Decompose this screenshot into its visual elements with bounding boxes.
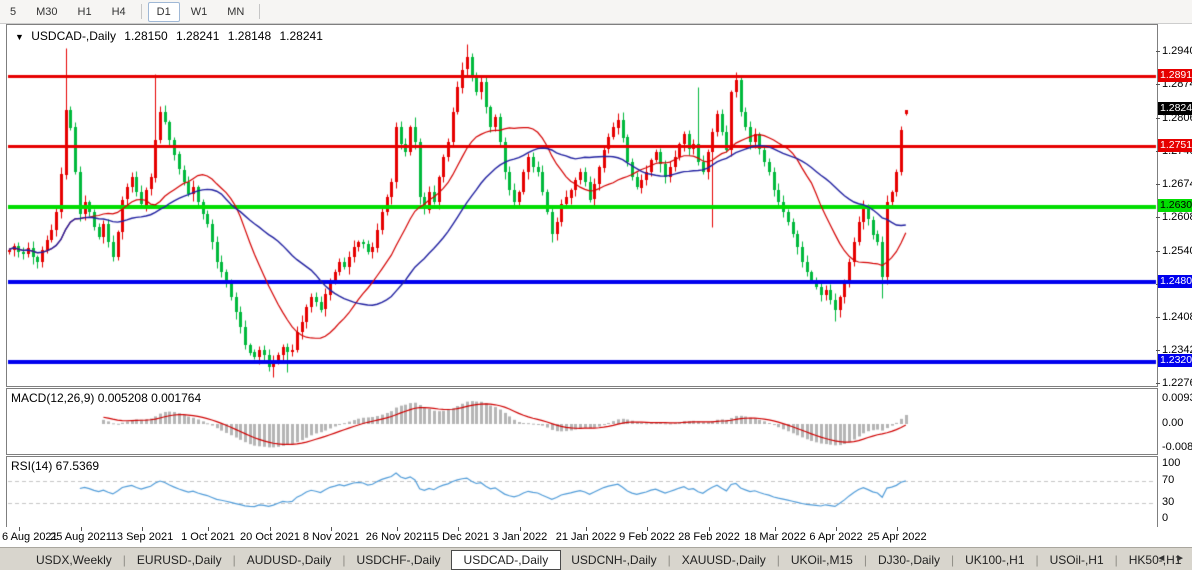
chart-tab-usoil[interactable]: USOil-,H1 xyxy=(1040,551,1114,569)
rsi-canvas[interactable] xyxy=(7,457,1157,526)
chart-tab-audusd[interactable]: AUDUSD-,Daily xyxy=(237,551,342,569)
price-axis[interactable]: 1.294001.287401.280601.274001.267401.260… xyxy=(1156,24,1192,527)
toolbar-separator xyxy=(140,4,142,19)
chart-tab-usdcad[interactable]: USDCAD-,Daily xyxy=(450,549,562,570)
ohlc-open: 1.28150 xyxy=(124,29,168,43)
price-tick-label: 1.26740 xyxy=(1162,178,1192,190)
date-label: 6 Apr 2022 xyxy=(809,531,863,543)
chart-tab-eurusd[interactable]: EURUSD-,Daily xyxy=(127,551,232,569)
timeframe-button-h1[interactable]: H1 xyxy=(69,2,101,22)
price-tick-mark xyxy=(1156,317,1160,318)
chart-header: ▼ USDCAD-,Daily 1.28150 1.28241 1.28148 … xyxy=(15,29,328,43)
price-tick-mark xyxy=(1156,217,1160,218)
date-label: 25 Apr 2022 xyxy=(867,531,927,543)
level-price-label: 1.23203 xyxy=(1158,354,1192,367)
level-price-label: 1.27515 xyxy=(1158,139,1192,152)
chart-tab-dj30[interactable]: DJ30-,Daily xyxy=(868,551,950,569)
trading-app-window: 5 M30 H1 H4 D1 W1 MN ▼ USDCAD-,Daily 1.28150 1… xyxy=(0,0,1192,570)
level-price-label: 1.28912 xyxy=(1158,69,1192,82)
main-chart-panel: ▼ USDCAD-,Daily 1.28150 1.28241 1.28148 … xyxy=(6,24,1158,387)
rsi-panel: RSI(14) 67.5369 xyxy=(6,456,1158,529)
macd-scale-label: -0.00890 xyxy=(1162,441,1192,453)
price-tick-mark xyxy=(1156,184,1160,185)
price-tick-mark xyxy=(1156,251,1160,252)
timeframe-button-h4[interactable]: H4 xyxy=(103,2,135,22)
date-label: 13 Sep 2021 xyxy=(110,531,174,543)
date-label: 18 Mar 2022 xyxy=(744,531,806,543)
rsi-scale-label: 100 xyxy=(1162,457,1181,469)
timeframe-button-m30[interactable]: M30 xyxy=(27,2,66,22)
date-label: 25 Aug 2021 xyxy=(50,531,112,543)
price-tick-mark xyxy=(1156,118,1160,119)
level-price-label: 1.26303 xyxy=(1158,199,1192,212)
date-label: 3 Jan 2022 xyxy=(492,531,548,543)
date-label: 15 Dec 2021 xyxy=(426,531,490,543)
level-price-label: 1.24800 xyxy=(1158,275,1192,288)
rsi-scale-label: 0 xyxy=(1162,512,1169,524)
timeframe-button-d1[interactable]: D1 xyxy=(147,1,180,22)
price-tick-mark xyxy=(1156,51,1160,52)
price-tick-label: 1.26080 xyxy=(1162,211,1192,223)
rsi-scale-label: 30 xyxy=(1162,496,1175,508)
chart-tab-usdx[interactable]: USDX,Weekly xyxy=(26,551,122,569)
chart-tab-ukoil[interactable]: UKOil-,M15 xyxy=(781,551,863,569)
current-price-label: 1.28241 xyxy=(1158,102,1192,115)
date-label: 26 Nov 2021 xyxy=(365,531,429,543)
date-label: 8 Nov 2021 xyxy=(302,531,360,543)
macd-scale-label: 0.009345 xyxy=(1162,392,1192,404)
date-label: 9 Feb 2022 xyxy=(619,531,675,543)
date-label: 20 Oct 2021 xyxy=(240,531,300,543)
ohlc-high: 1.28241 xyxy=(176,29,220,43)
chart-tab-uk100[interactable]: UK100-,H1 xyxy=(955,551,1034,569)
macd-scale-label: 0.00 xyxy=(1162,417,1184,429)
rsi-label: RSI(14) 67.5369 xyxy=(11,459,100,473)
date-label: 21 Jan 2022 xyxy=(555,531,617,543)
timeframe-button-w1[interactable]: W1 xyxy=(182,2,217,22)
main-chart-canvas[interactable] xyxy=(7,25,1157,384)
tab-scroll-arrows-icon[interactable]: ◄ ► xyxy=(1156,553,1188,564)
macd-panel: MACD(12,26,9) 0.005208 0.001764 xyxy=(6,388,1158,455)
ohlc-close: 1.28241 xyxy=(279,29,323,43)
price-tick-label: 1.24080 xyxy=(1162,311,1192,323)
timeframe-button-5[interactable]: 5 xyxy=(1,2,25,22)
chart-menu-icon[interactable]: ▼ xyxy=(15,32,24,42)
price-tick-mark xyxy=(1156,350,1160,351)
date-label: 1 Oct 2021 xyxy=(181,531,235,543)
timeframe-toolbar: 5 M30 H1 H4 D1 W1 MN xyxy=(0,0,1192,24)
price-tick-label: 1.25400 xyxy=(1162,245,1192,257)
ohlc-low: 1.28148 xyxy=(227,29,272,43)
chart-tab-usdcnh[interactable]: USDCNH-,Daily xyxy=(561,551,666,569)
macd-label: MACD(12,26,9) 0.005208 0.001764 xyxy=(11,391,202,405)
chart-tab-xauusd[interactable]: XAUUSD-,Daily xyxy=(672,551,776,569)
price-tick-mark xyxy=(1156,84,1160,85)
price-tick-mark xyxy=(1156,383,1160,384)
chart-tab-usdchf[interactable]: USDCHF-,Daily xyxy=(347,551,451,569)
price-tick-label: 1.22760 xyxy=(1162,377,1192,389)
toolbar-separator xyxy=(259,4,261,19)
chart-symbol-label: USDCAD-,Daily xyxy=(31,29,116,43)
chart-tabs-bar: USDX,Weekly | EURUSD-,Daily | AUDUSD-,Daily |… xyxy=(0,547,1192,570)
rsi-scale-label: 70 xyxy=(1162,474,1175,486)
time-axis[interactable]: 6 Aug 2021 25 Aug 2021 13 Sep 2021 1 Oct 20… xyxy=(0,527,1192,547)
price-tick-label: 1.29400 xyxy=(1162,45,1192,57)
date-label: 28 Feb 2022 xyxy=(678,531,740,543)
timeframe-button-mn[interactable]: MN xyxy=(218,2,253,22)
